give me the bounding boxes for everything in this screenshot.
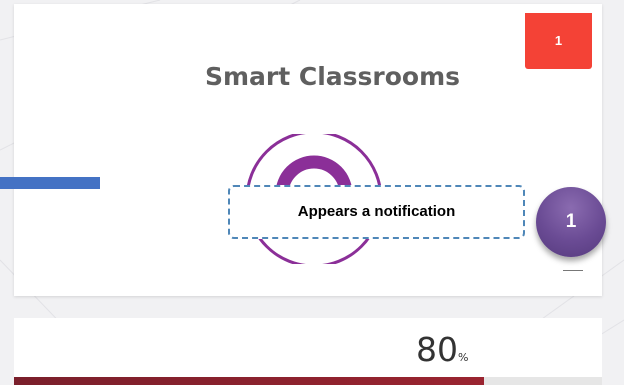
percent-sign: % xyxy=(458,351,469,364)
pointer-tick xyxy=(563,270,583,271)
pointer-bar xyxy=(0,177,100,189)
percent-readout: 80% xyxy=(416,330,468,369)
percent-value: 80 xyxy=(416,330,458,369)
notification-callout: Appears a notification xyxy=(228,185,525,239)
notification-count-badge[interactable]: 1 xyxy=(525,13,592,69)
callout-text: Appears a notification xyxy=(297,203,456,220)
progress-bar-fill xyxy=(14,377,485,385)
step-number-badge: 1 xyxy=(536,187,606,257)
progress-bar xyxy=(14,377,602,385)
progress-card xyxy=(14,318,602,385)
